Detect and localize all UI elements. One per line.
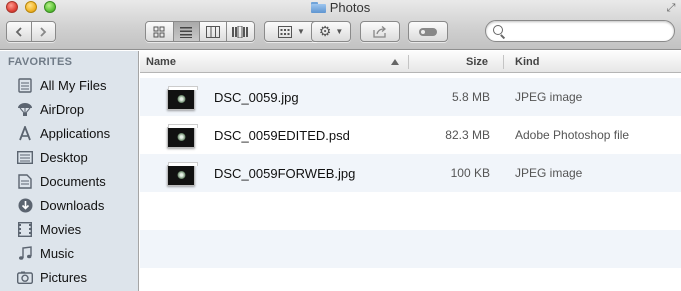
column-header: Name Size Kind (140, 51, 681, 73)
sidebar-item-label: Applications (40, 125, 111, 141)
sidebar-item-airdrop[interactable]: AirDrop (0, 97, 139, 121)
movies-icon (17, 221, 33, 237)
coverflow-view-button[interactable] (226, 22, 254, 41)
chevron-left-icon (15, 26, 22, 37)
sidebar-item-label: Downloads (40, 197, 105, 213)
file-kind: JPEG image (515, 166, 583, 180)
sidebar: FAVORITES All My Files AirDrop Applicati… (0, 51, 139, 291)
back-forward-control (6, 21, 56, 42)
chevron-down-icon: ▼ (297, 27, 305, 36)
file-name: DSC_0059EDITED.psd (214, 128, 350, 143)
empty-row (140, 268, 681, 291)
column-divider[interactable] (503, 55, 504, 69)
sidebar-item-downloads[interactable]: Downloads (0, 193, 139, 217)
file-size: 82.3 MB (445, 128, 490, 142)
list-view-button[interactable] (173, 22, 201, 41)
icon-view-button[interactable] (146, 22, 174, 41)
window-title-text: Photos (329, 0, 371, 15)
sidebar-item-label: All My Files (40, 77, 107, 93)
file-size: 5.8 MB (451, 90, 490, 104)
image-thumbnail-icon (167, 86, 198, 110)
image-thumbnail-icon (167, 162, 198, 186)
sidebar-header-favorites: FAVORITES (8, 56, 73, 68)
sidebar-item-desktop[interactable]: Desktop (0, 145, 139, 169)
search-input[interactable] (508, 23, 668, 39)
column-header-size[interactable]: Size (466, 51, 488, 73)
gear-icon: ⚙ (318, 23, 332, 39)
applications-icon (17, 125, 33, 141)
icon-view-icon (153, 26, 165, 37)
folder-icon (310, 2, 326, 13)
empty-row (140, 230, 681, 268)
desktop-icon (17, 149, 33, 165)
file-kind: JPEG image (515, 90, 583, 104)
file-size: 100 KB (450, 166, 490, 180)
column-view-icon (205, 25, 220, 38)
airdrop-icon (17, 101, 33, 117)
table-row[interactable]: DSC_0059.jpg 5.8 MB JPEG image (140, 78, 681, 116)
forward-button[interactable] (31, 22, 55, 41)
sidebar-item-label: AirDrop (40, 101, 85, 117)
list-view-icon (180, 26, 193, 38)
coverflow-view-icon (232, 25, 249, 38)
share-icon (373, 25, 387, 38)
search-field[interactable] (485, 20, 675, 42)
sidebar-item-all-my-files[interactable]: All My Files (0, 73, 139, 97)
arrange-grid-icon (278, 25, 293, 38)
all-files-icon (17, 77, 33, 93)
action-button[interactable]: ⚙ ▼ (311, 21, 351, 42)
pictures-icon (17, 269, 33, 285)
back-button[interactable] (7, 22, 32, 41)
sidebar-item-movies[interactable]: Movies (0, 217, 139, 241)
sidebar-item-applications[interactable]: Applications (0, 121, 139, 145)
image-thumbnail-icon (167, 124, 198, 148)
share-button[interactable] (360, 21, 400, 42)
window-toolbar: Photos ⤢ ▼ ⚙ ▼ (0, 0, 681, 50)
column-divider[interactable] (408, 55, 409, 69)
file-name: DSC_0059.jpg (214, 90, 299, 105)
sidebar-item-label: Music (40, 245, 74, 261)
chevron-down-icon: ▼ (335, 27, 344, 36)
search-icon (493, 25, 503, 35)
chevron-right-icon (40, 26, 47, 37)
sidebar-item-label: Movies (40, 221, 82, 237)
file-list: Name Size Kind DSC_0059.jpg 5.8 MB JPEG … (140, 51, 681, 291)
file-name: DSC_0059FORWEB.jpg (214, 166, 356, 181)
column-header-name[interactable]: Name (146, 51, 176, 73)
tag-button[interactable] (408, 21, 448, 42)
table-row[interactable]: DSC_0059EDITED.psd 82.3 MB Adobe Photosh… (140, 116, 681, 154)
window-title: Photos (0, 1, 681, 15)
column-view-button[interactable] (200, 22, 227, 41)
sidebar-item-music[interactable]: Music (0, 241, 139, 265)
fullscreen-icon[interactable]: ⤢ (665, 2, 677, 14)
sort-ascending-icon (391, 59, 399, 65)
sidebar-item-label: Pictures (40, 269, 87, 285)
tag-icon (419, 27, 437, 36)
downloads-icon (17, 197, 33, 213)
view-mode-control (145, 21, 255, 42)
sidebar-item-documents[interactable]: Documents (0, 169, 139, 193)
documents-icon (17, 173, 33, 189)
empty-row (140, 192, 681, 230)
file-kind: Adobe Photoshop file (515, 128, 630, 142)
music-icon (17, 245, 33, 261)
table-row[interactable]: DSC_0059FORWEB.jpg 100 KB JPEG image (140, 154, 681, 192)
sidebar-item-pictures[interactable]: Pictures (0, 265, 139, 289)
sidebar-item-label: Desktop (40, 149, 88, 165)
sidebar-item-label: Documents (40, 173, 106, 189)
column-header-kind[interactable]: Kind (515, 51, 539, 73)
